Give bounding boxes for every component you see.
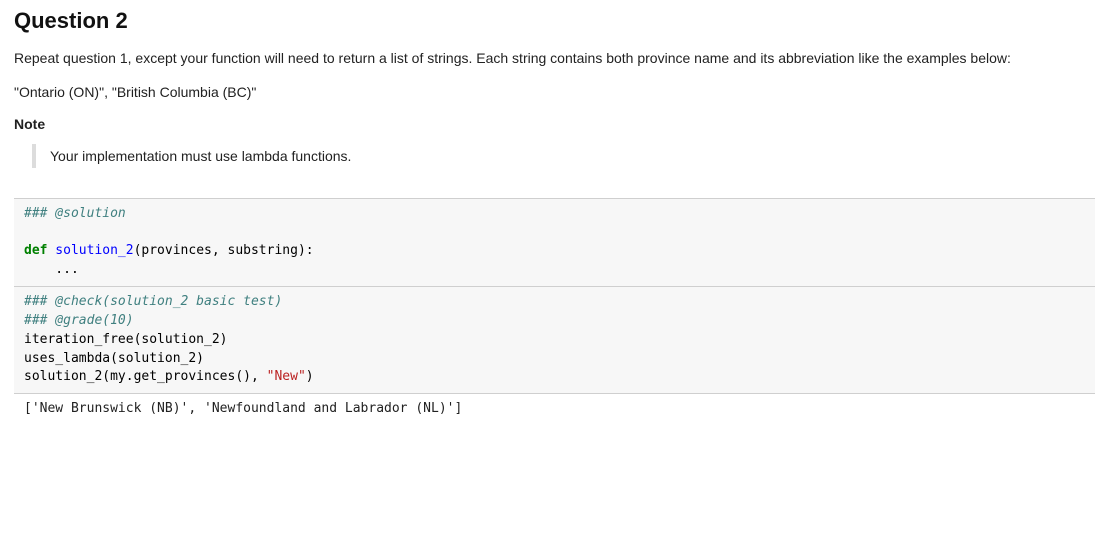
note-body: Your implementation must use lambda func… [32,144,1095,168]
ellipsis-body: ... [24,262,79,277]
function-params: (provinces, substring): [134,243,314,258]
note-text: Your implementation must use lambda func… [50,148,351,164]
note-label: Note [14,116,1095,132]
directive-check: ### @check(solution_2 basic test) [24,294,282,309]
check-line-1: iteration_free(solution_2) [24,332,228,347]
question-title: Question 2 [14,8,1095,34]
function-name: solution_2 [47,243,133,258]
check-line-3a: solution_2(my.get_provinces(), [24,369,267,384]
code-cell-check[interactable]: ### @check(solution_2 basic test) ### @g… [14,286,1095,393]
directive-grade: ### @grade(10) [24,313,134,328]
output-text: ['New Brunswick (NB)', 'Newfoundland and… [24,401,462,416]
question-description: Repeat question 1, except your function … [14,48,1095,70]
notebook-page: Question 2 Repeat question 1, except you… [0,0,1109,445]
directive-solution: ### @solution [24,206,126,221]
output-cell: ['New Brunswick (NB)', 'Newfoundland and… [14,393,1095,425]
check-line-3b: ) [306,369,314,384]
keyword-def: def [24,243,47,258]
code-cell-solution[interactable]: ### @solution def solution_2(provinces, … [14,198,1095,286]
check-line-3-str: "New" [267,369,306,384]
check-line-2: uses_lambda(solution_2) [24,351,204,366]
examples-line: "Ontario (ON)", "British Columbia (BC)" [14,84,1095,100]
